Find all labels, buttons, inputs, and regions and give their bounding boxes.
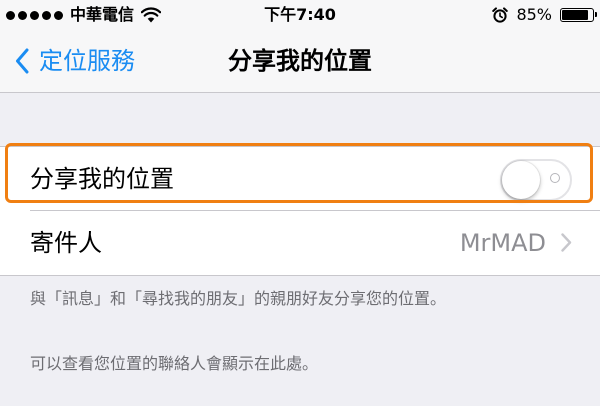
share-location-label: 分享我的位置 [30, 165, 174, 193]
battery-icon [560, 8, 597, 22]
settings-screen: 中華電信 下午7:40 85% 定位服務 分享我的位置 分享我的位置 寄件人 M… [0, 0, 600, 406]
battery-level-fill [562, 10, 588, 20]
sender-row[interactable]: 寄件人 MrMAD [0, 211, 600, 275]
share-description: 與「訊息」和「尋找我的朋友」的親朋好友分享您的位置。 [30, 289, 447, 308]
share-location-toggle[interactable] [500, 159, 572, 201]
settings-group: 分享我的位置 寄件人 MrMAD [0, 143, 600, 276]
page-title: 分享我的位置 [228, 47, 372, 75]
top-bar: 中華電信 下午7:40 85% 定位服務 分享我的位置 [0, 0, 600, 93]
contacts-description: 可以查看您位置的聯絡人會顯示在此處。 [30, 354, 319, 373]
alarm-clock-icon [492, 7, 509, 23]
navigation-bar: 定位服務 分享我的位置 [0, 30, 600, 92]
sender-label: 寄件人 [30, 229, 102, 257]
share-location-row: 分享我的位置 [0, 143, 600, 211]
battery-percent: 85% [516, 5, 552, 24]
toggle-knob [502, 161, 540, 199]
sender-value: MrMAD [459, 229, 546, 257]
toggle-off-indicator-icon [550, 173, 560, 183]
chevron-right-icon [561, 233, 572, 252]
status-bar: 中華電信 下午7:40 85% [0, 0, 600, 30]
status-right: 85% [492, 5, 597, 25]
